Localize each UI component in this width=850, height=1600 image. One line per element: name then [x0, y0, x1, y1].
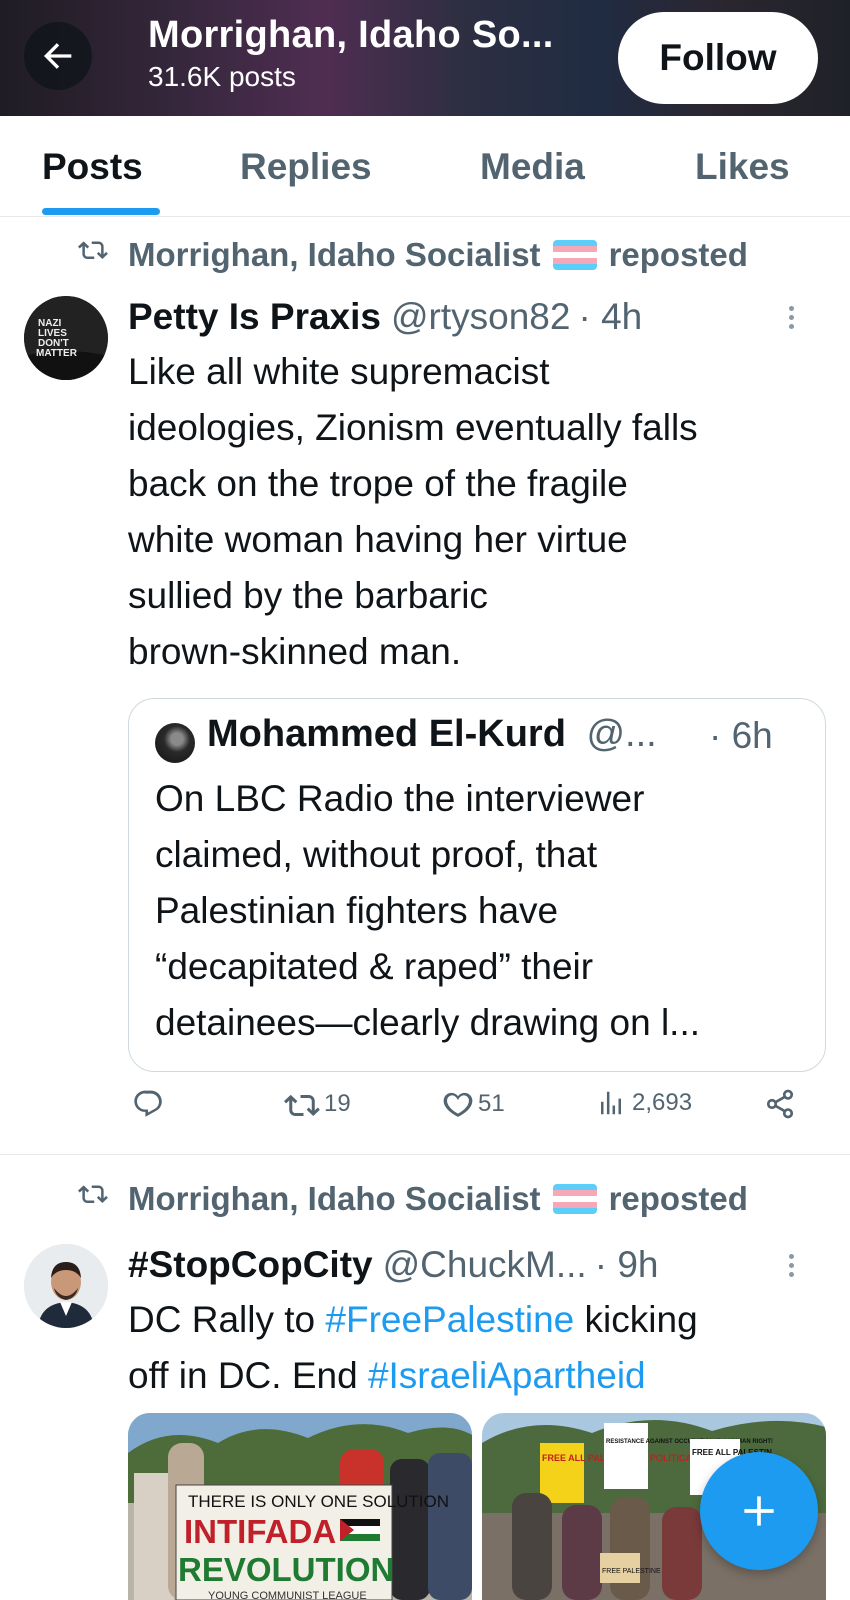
post-text-line: white woman having her virtue — [128, 519, 628, 560]
repost-suffix: reposted — [608, 1180, 748, 1217]
views-button[interactable]: 2,693 — [596, 1088, 692, 1118]
compose-button[interactable] — [700, 1452, 818, 1570]
reply-button[interactable] — [132, 1088, 164, 1120]
post-image-1[interactable]: THERE IS ONLY ONE SOLUTION INTIFADA REVO… — [128, 1413, 472, 1600]
active-tab-indicator — [42, 208, 160, 215]
author-line: Petty Is Praxis @rtyson82 · 4h — [128, 296, 642, 338]
quote-text-line: claimed, without proof, that — [155, 834, 598, 875]
tab-likes[interactable]: Likes — [695, 146, 790, 188]
post-text-line: sullied by the barbaric — [128, 575, 488, 616]
post-text-line: ideologies, Zionism eventually falls — [128, 407, 698, 448]
quote-author-name: Mohammed El-Kurd — [207, 713, 566, 755]
quoted-post[interactable]: Mohammed El-Kurd @... · 6h On LBC Radio … — [128, 698, 826, 1072]
trans-flag-emoji — [552, 240, 597, 270]
repost-by: Morrighan, Idaho Socialist — [128, 1180, 541, 1217]
avatar[interactable] — [24, 1244, 108, 1328]
repost-icon — [78, 1185, 108, 1203]
quote-text-line: “decapitated & raped” their — [155, 946, 594, 987]
share-icon — [766, 1089, 794, 1119]
avatar-image: NAZI LIVES DON'T MATTER — [24, 296, 108, 380]
repost-suffix: reposted — [608, 236, 748, 273]
trans-flag-emoji — [552, 1184, 597, 1214]
quote-handle: @... — [586, 713, 657, 755]
sign-text-1: THERE IS ONLY ONE SOLUTION — [188, 1492, 449, 1511]
quote-text: On LBC Radio the interviewer claimed, wi… — [155, 771, 805, 1051]
quote-time: · 6h — [709, 715, 773, 756]
like-icon — [443, 1092, 473, 1117]
follow-button[interactable]: Follow — [618, 12, 818, 104]
quote-text-line: detainees—clearly drawing on l... — [155, 1002, 701, 1043]
author-name[interactable]: Petty Is Praxis — [128, 296, 381, 338]
post-text-line: brown-skinned man. — [128, 631, 462, 672]
post-text-line: Like all white supremacist — [128, 351, 550, 392]
hashtag-link[interactable]: #IsraeliApartheid — [368, 1355, 646, 1396]
post-count: 31.6K posts — [148, 61, 296, 92]
retweet-icon — [284, 1094, 320, 1116]
tab-replies[interactable]: Replies — [240, 146, 372, 188]
post-text-line: DC Rally to #FreePalestine kicking — [128, 1292, 828, 1348]
repost-icon — [78, 241, 108, 259]
post-text: DC Rally to #FreePalestine kicking off i… — [128, 1292, 828, 1404]
svg-text:MATTER: MATTER — [36, 348, 78, 359]
post-text-line: back on the trope of the fragile — [128, 463, 628, 504]
repost-context[interactable]: Morrighan, Idaho Socialist reposted — [128, 236, 748, 274]
quote-author-line: Mohammed El-Kurd @... — [207, 713, 657, 756]
text-segment: kicking — [574, 1299, 698, 1340]
views-count: 2,693 — [632, 1089, 693, 1116]
retweet-count: 19 — [324, 1090, 351, 1117]
repost-by: Morrighan, Idaho Socialist — [128, 236, 541, 273]
post-divider — [0, 1154, 850, 1155]
sign-text-6: RESISTANCE AGAINST OCCUPATION IS A HUMAN… — [606, 1439, 773, 1445]
hashtag-link[interactable]: #FreePalestine — [325, 1299, 574, 1340]
sign-text-4: YOUNG COMMUNIST LEAGUE — [208, 1590, 367, 1600]
header-titles: Morrighan, Idaho So... 31.6K posts — [148, 14, 554, 93]
author-handle[interactable]: @ChuckM... — [383, 1244, 587, 1286]
more-icon[interactable] — [786, 1250, 796, 1281]
like-count: 51 — [478, 1090, 505, 1117]
text-segment: off in DC. End — [128, 1355, 368, 1396]
sign-text-2: INTIFADA — [184, 1513, 336, 1550]
profile-tabs: Posts Replies Media Likes — [0, 116, 850, 217]
post-text: Like all white supremacist ideologies, Z… — [128, 344, 828, 680]
post-text-line: off in DC. End #IsraeliApartheid — [128, 1348, 828, 1404]
compose-plus-icon — [744, 1496, 774, 1526]
share-button[interactable] — [764, 1088, 796, 1120]
tab-posts[interactable]: Posts — [42, 146, 143, 188]
profile-header: Morrighan, Idaho So... 31.6K posts Follo… — [0, 0, 850, 116]
more-icon[interactable] — [786, 302, 796, 333]
tab-media[interactable]: Media — [480, 146, 585, 188]
retweet-button[interactable]: 19 — [284, 1088, 351, 1120]
author-name[interactable]: #StopCopCity — [128, 1244, 373, 1286]
quote-avatar[interactable] — [155, 723, 195, 763]
post-actions: 19 51 2,693 — [0, 1088, 850, 1136]
sign-text-3: REVOLUTION — [178, 1551, 394, 1588]
repost-context[interactable]: Morrighan, Idaho Socialist reposted — [128, 1180, 748, 1218]
quote-text-line: Palestinian fighters have — [155, 890, 559, 931]
views-icon — [601, 1091, 621, 1115]
author-line: #StopCopCity @ChuckM... · 9h — [128, 1244, 658, 1286]
reply-icon — [134, 1090, 162, 1117]
sign-text-8: FREE PALESTINE — [602, 1568, 661, 1575]
post-time[interactable]: · 9h — [595, 1244, 659, 1286]
back-arrow-icon — [44, 43, 72, 69]
back-button[interactable] — [24, 22, 92, 90]
avatar[interactable]: NAZI LIVES DON'T MATTER — [24, 296, 108, 380]
page-title: Morrighan, Idaho So... — [148, 14, 554, 56]
avatar-image — [24, 1244, 108, 1328]
text-segment: DC Rally to — [128, 1299, 326, 1340]
quote-text-line: On LBC Radio the interviewer — [155, 778, 645, 819]
like-button[interactable]: 51 — [442, 1088, 505, 1120]
author-handle[interactable]: @rtyson82 — [391, 296, 570, 338]
post-time[interactable]: · 4h — [578, 296, 642, 338]
rally-photo-left: THERE IS ONLY ONE SOLUTION INTIFADA REVO… — [128, 1413, 472, 1600]
